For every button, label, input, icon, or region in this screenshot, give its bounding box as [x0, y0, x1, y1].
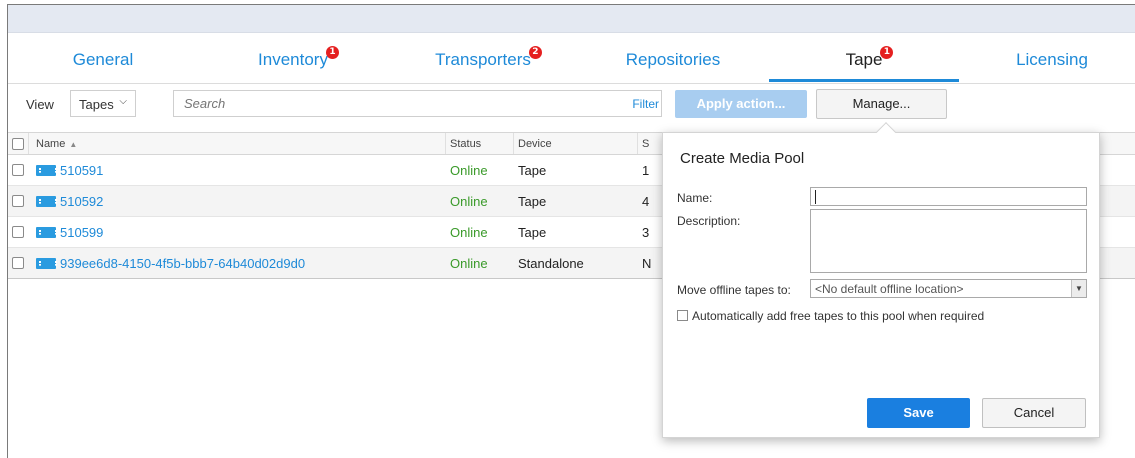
- popover-arrow: [876, 122, 896, 142]
- column-separator: [513, 133, 514, 154]
- status-cell: Online: [450, 256, 488, 271]
- tape-name-link[interactable]: 939ee6d8-4150-4f5b-bbb7-64b40d02d9d0: [60, 256, 305, 271]
- tape-name-link[interactable]: 510599: [60, 225, 103, 240]
- column-separator: [445, 133, 446, 154]
- auto-add-checkbox[interactable]: [677, 310, 688, 321]
- tape-icon: [36, 196, 57, 207]
- tab-repositories[interactable]: Repositories: [578, 33, 768, 83]
- device-cell: Tape: [518, 163, 547, 178]
- auto-add-option[interactable]: Automatically add free tapes to this poo…: [677, 309, 984, 323]
- top-bar: [8, 5, 1135, 33]
- tab-bar: General Inventory 1 Transporters 2 Reposit…: [8, 33, 1135, 84]
- column-separator: [637, 133, 638, 154]
- tab-inventory[interactable]: Inventory 1: [198, 33, 388, 83]
- status-cell: Online: [450, 163, 488, 178]
- select-all-checkbox[interactable]: [12, 138, 24, 150]
- tab-label: Inventory: [258, 50, 328, 69]
- tab-tape[interactable]: Tape 1: [769, 33, 959, 83]
- filter-link[interactable]: Filter: [632, 97, 659, 111]
- tab-label: Repositories: [625, 50, 721, 69]
- apply-action-button[interactable]: Apply action...: [675, 90, 807, 118]
- auto-add-label: Automatically add free tapes to this poo…: [692, 309, 985, 323]
- row-checkbox[interactable]: [12, 257, 24, 269]
- device-cell: Tape: [518, 194, 547, 209]
- column-header-name-label: Name: [36, 138, 66, 150]
- tape-name-link[interactable]: 510591: [60, 163, 103, 178]
- view-select-value: Tapes: [79, 97, 114, 112]
- move-offline-label: Move offline tapes to:: [677, 283, 791, 297]
- status-cell: Online: [450, 225, 488, 240]
- column-header-extra[interactable]: S: [642, 138, 649, 150]
- tab-label: Licensing: [1016, 50, 1088, 69]
- offline-location-select[interactable]: <No default offline location> ▼: [810, 279, 1087, 298]
- column-header-name[interactable]: Name ▲: [36, 138, 77, 150]
- search-input[interactable]: [174, 91, 594, 116]
- chevron-down-icon: ⌵: [119, 96, 127, 107]
- tab-label: General: [72, 50, 134, 69]
- save-button[interactable]: Save: [867, 398, 970, 428]
- column-header-status[interactable]: Status: [450, 138, 481, 150]
- status-cell: Online: [450, 194, 488, 209]
- text-caret: [815, 190, 816, 204]
- name-label: Name:: [677, 191, 713, 205]
- extra-cell: 4: [642, 194, 650, 209]
- column-header-device[interactable]: Device: [518, 138, 552, 150]
- name-field[interactable]: [810, 187, 1087, 206]
- create-media-pool-dialog: Create Media Pool Name: Description: Mov…: [662, 122, 1100, 438]
- tab-licensing[interactable]: Licensing: [968, 33, 1135, 83]
- sort-ascending-icon: ▲: [69, 140, 78, 149]
- tape-icon: [36, 227, 57, 238]
- search-box: Filter: [173, 90, 662, 117]
- view-label: View: [26, 97, 54, 112]
- tab-label: Transporters: [435, 50, 531, 69]
- row-checkbox[interactable]: [12, 195, 24, 207]
- offline-location-value: <No default offline location>: [815, 282, 964, 296]
- row-checkbox[interactable]: [12, 164, 24, 176]
- view-select[interactable]: Tapes ⌵: [70, 90, 136, 117]
- tab-transporters[interactable]: Transporters 2: [388, 33, 578, 83]
- toolbar: View Tapes ⌵ Filter Apply action... Mana…: [8, 84, 1135, 124]
- device-cell: Tape: [518, 225, 547, 240]
- manage-button[interactable]: Manage...: [816, 89, 947, 119]
- chevron-down-icon[interactable]: ▼: [1071, 280, 1086, 297]
- tape-icon: [36, 258, 57, 269]
- description-label: Description:: [677, 214, 741, 228]
- extra-cell: N: [642, 256, 652, 271]
- cancel-button[interactable]: Cancel: [982, 398, 1086, 428]
- app-frame: General Inventory 1 Transporters 2 Reposit…: [7, 4, 1135, 458]
- extra-cell: 3: [642, 225, 650, 240]
- description-field[interactable]: [810, 209, 1087, 273]
- dialog-title: Create Media Pool: [680, 150, 805, 167]
- column-separator: [28, 133, 29, 154]
- extra-cell: 1: [642, 163, 650, 178]
- tape-name-link[interactable]: 510592: [60, 194, 103, 209]
- tab-general[interactable]: General: [8, 33, 198, 83]
- notification-badge: 1: [880, 46, 894, 59]
- device-cell: Standalone: [518, 256, 584, 271]
- notification-badge: 1: [325, 46, 339, 59]
- active-tab-indicator: [769, 79, 959, 82]
- notification-badge: 2: [528, 46, 542, 59]
- tab-label: Tape: [845, 50, 883, 69]
- row-checkbox[interactable]: [12, 226, 24, 238]
- tape-icon: [36, 165, 57, 176]
